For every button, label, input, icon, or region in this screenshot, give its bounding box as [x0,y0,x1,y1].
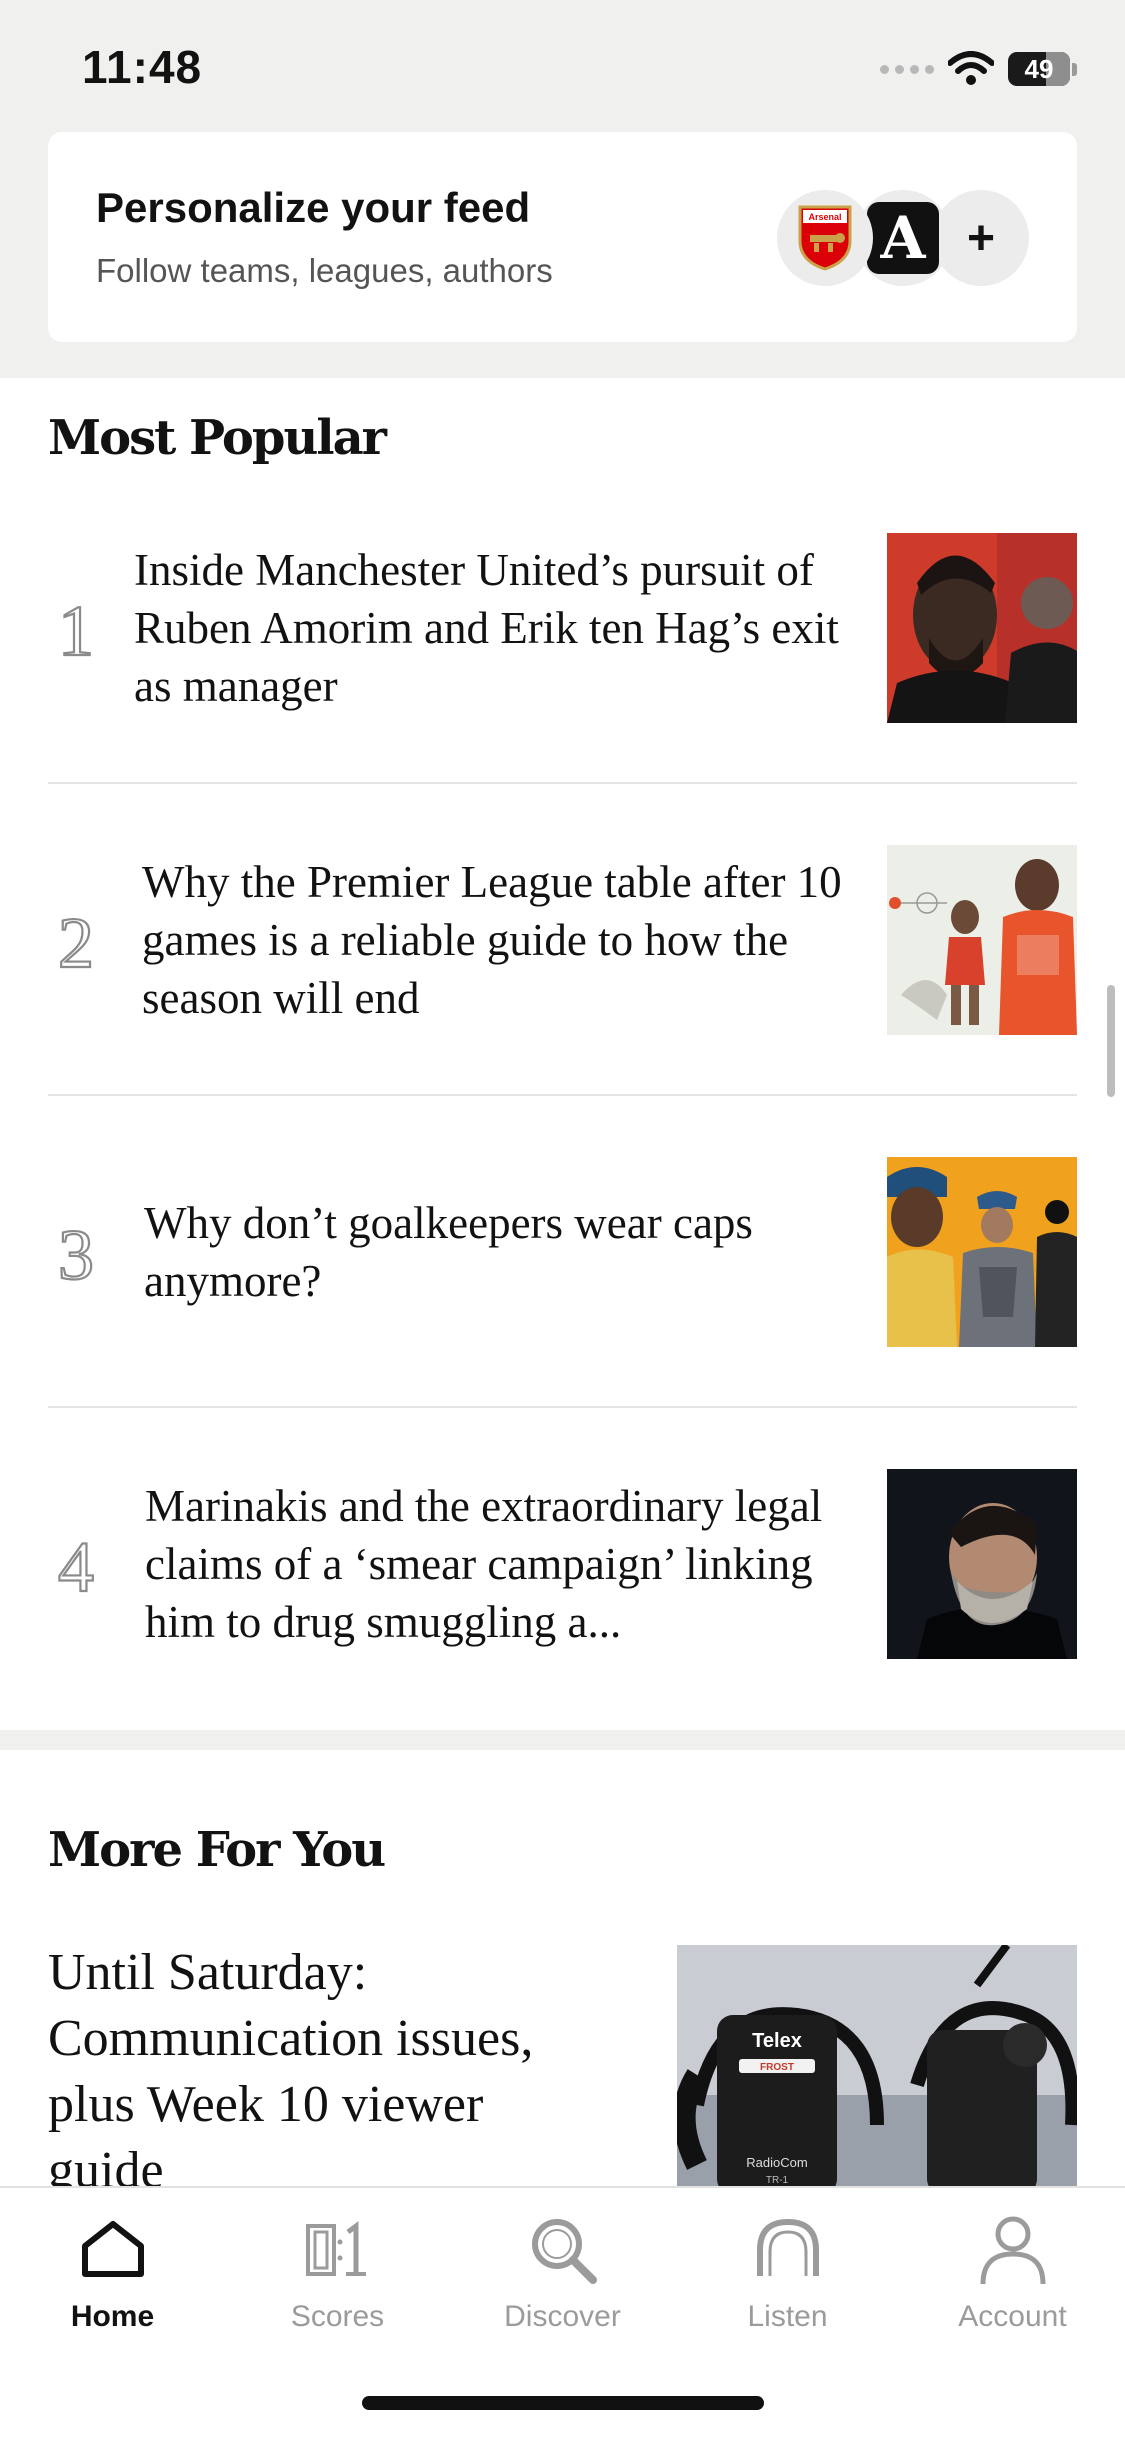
arsenal-badge-text: Arsenal [808,212,841,222]
scores-icon [305,2221,366,2276]
tab-account[interactable]: Account [900,2210,1125,2350]
tab-home[interactable]: Home [0,2210,225,2350]
battery-cap [1072,62,1077,76]
status-icons: 49 [880,46,1077,92]
popular-article-4[interactable]: 4 Marinakis and the extraordinary legal … [48,1408,1077,1720]
article-thumbnail [887,1469,1077,1659]
article-thumbnail [887,1157,1077,1347]
athletic-logo-letter: A [867,202,939,274]
search-icon [531,2219,597,2284]
status-time: 11:48 [82,41,203,93]
tab-label: Scores [290,2300,385,2333]
person-icon [980,2216,1045,2285]
rank-label: 2 [58,905,94,975]
rank-label: 3 [58,1217,94,1287]
rank-number: 2 [48,784,104,1096]
popular-article-1[interactable]: 1 Inside Manchester United’s pursuit of … [48,472,1077,784]
article-thumbnail [887,845,1077,1035]
tab-listen[interactable]: Listen [675,2210,900,2350]
tab-discover[interactable]: Discover [450,2210,675,2350]
rank-label: 4 [58,1529,94,1599]
article-title: Why the Premier League table after 10 ga… [142,857,842,1023]
frost-label-text: FROST [760,2062,794,2073]
scroll-indicator[interactable] [1107,985,1115,1097]
article-thumbnail [887,533,1077,723]
popular-article-3[interactable]: 3 Why don’t goalkeepers wear caps anymor… [48,1096,1077,1408]
article-title: Why don’t goalkeepers wear caps anymore? [144,1198,753,1306]
telex-logo-text: Telex [752,2030,802,2052]
tab-label: Account [958,2300,1067,2333]
headphones-icon [756,2218,819,2276]
popular-article-2[interactable]: 2 Why the Premier League table after 10 … [48,784,1077,1096]
home-icon [81,2221,144,2277]
most-popular-heading: Most Popular [48,410,387,466]
tab-label: Discover [504,2300,621,2333]
battery-percent: 49 [1024,53,1054,84]
article-title: Inside Manchester United’s pursuit of Ru… [134,545,839,711]
rank-number: 4 [48,1408,104,1720]
personalize-feed-card[interactable]: Personalize your feed Follow teams, leag… [48,132,1077,342]
article-title: Marinakis and the extraordinary legal cl… [145,1481,823,1647]
cellular-signal-icon [880,64,934,74]
radiocom-text: RadioCom [746,2155,807,2170]
more-for-you-viewport: Until Saturday: Communication issues, pl… [0,1860,1125,2188]
rank-number: 1 [48,472,104,784]
tab-label: Listen [747,2300,828,2333]
home-indicator[interactable] [362,2396,764,2410]
arsenal-crest-icon: Arsenal [777,190,873,286]
model-text: TR-1 [766,2175,789,2186]
section-divider [0,1730,1125,1750]
rank-number: 3 [48,1096,104,1408]
followed-avatars: Arsenal A + [777,190,1029,286]
tab-scores[interactable]: Scores [225,2210,450,2350]
personalize-subtitle: Follow teams, leagues, authors [96,252,553,289]
mfy-article-title[interactable]: Until Saturday: Communication issues, pl… [48,1940,608,2188]
tab-label: Home [70,2300,155,2333]
wifi-icon [948,51,994,85]
rank-label: 1 [58,593,94,663]
battery-icon: 49 [1008,52,1070,86]
mfy-article-thumbnail[interactable]: Telex FROST RadioCom TR-1 [677,1945,1077,2188]
personalize-title: Personalize your feed [96,184,531,231]
